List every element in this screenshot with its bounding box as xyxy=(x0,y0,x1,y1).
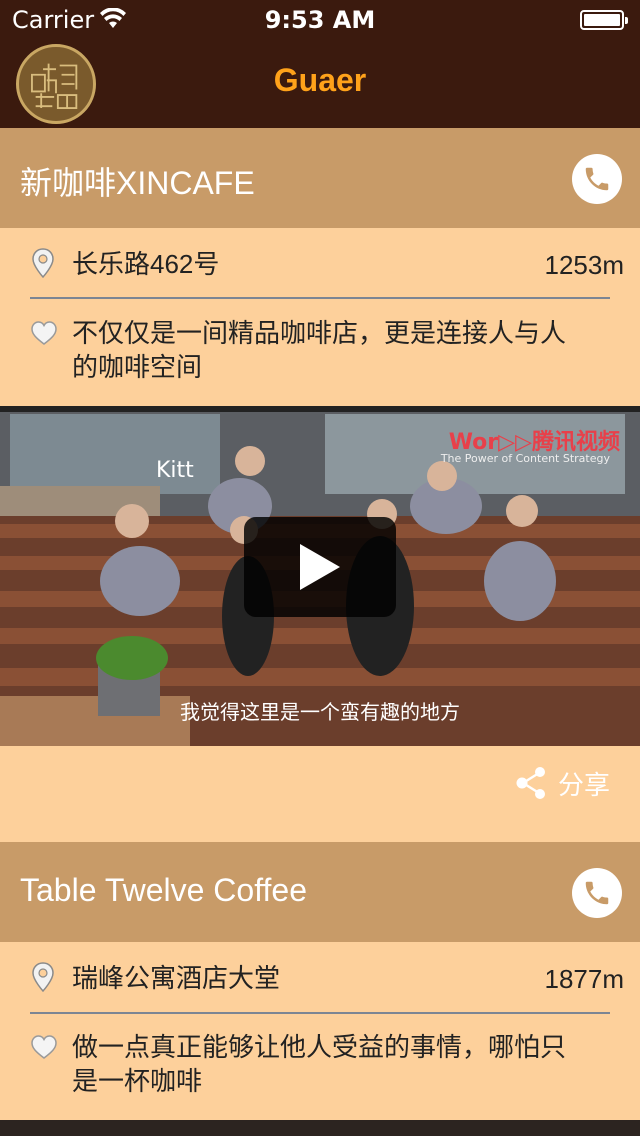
divider xyxy=(30,297,610,299)
shop-name: Table Twelve Coffee xyxy=(20,872,307,908)
heart-icon xyxy=(31,321,57,345)
location-pin-icon xyxy=(32,248,54,278)
share-label: 分享 xyxy=(557,770,610,801)
shop-address: 长乐路462号 xyxy=(72,249,220,279)
shop-description-cont: 的咖啡空间 xyxy=(72,352,203,382)
shop-distance: 1253m xyxy=(544,250,625,280)
call-button[interactable] xyxy=(572,154,622,204)
address-row: 瑞峰公寓酒店大堂 1877m xyxy=(0,942,640,1014)
share-button[interactable]: 分享 xyxy=(514,766,610,801)
shop-header[interactable]: Table Twelve Coffee xyxy=(0,842,640,942)
video-subtitle: 我觉得这里是一个蛮有趣的地方 xyxy=(180,700,460,724)
play-icon xyxy=(300,544,340,590)
shop-distance: 1877m xyxy=(544,964,625,994)
heart-icon xyxy=(31,1035,57,1059)
address-row: 长乐路462号 1253m xyxy=(0,228,640,300)
clock: 9:53 AM xyxy=(264,6,376,34)
phone-icon xyxy=(585,881,609,905)
shop-description: 做一点真正能够让他人受益的事情，哪怕只 xyxy=(72,1032,567,1062)
shop-address: 瑞峰公寓酒店大堂 xyxy=(72,963,281,993)
call-button[interactable] xyxy=(572,868,622,918)
location-pin-icon xyxy=(32,962,54,992)
phone-icon xyxy=(585,167,609,191)
shop-description: 不仅仅是一间精品咖啡店，更是连接人与人 xyxy=(72,318,567,348)
status-bar: Carrier 9:53 AM xyxy=(0,0,640,40)
next-video-thumbnail[interactable] xyxy=(0,1120,640,1136)
battery-icon xyxy=(580,10,628,30)
description-row: 做一点真正能够让他人受益的事情，哪怕只 是一杯咖啡 xyxy=(0,1014,640,1120)
play-button[interactable] xyxy=(244,517,396,617)
video-player[interactable]: Kitt Wor▷▷腾讯视频 The Power of Content Stra… xyxy=(0,406,640,746)
shop-header[interactable]: 新咖啡XINCAFE xyxy=(0,128,640,228)
video-watermark-sub: The Power of Content Strategy xyxy=(440,452,610,465)
description-row: 不仅仅是一间精品咖啡店，更是连接人与人 的咖啡空间 xyxy=(0,300,640,406)
shop-description-cont: 是一杯咖啡 xyxy=(72,1066,203,1096)
share-icon xyxy=(516,767,545,799)
video-sign-text: Kitt xyxy=(156,458,194,483)
page-title: Guaer xyxy=(273,62,367,98)
shop-name: 新咖啡XINCAFE xyxy=(20,165,255,201)
top-bar: Carrier 9:53 AM Guaer xyxy=(0,0,640,128)
